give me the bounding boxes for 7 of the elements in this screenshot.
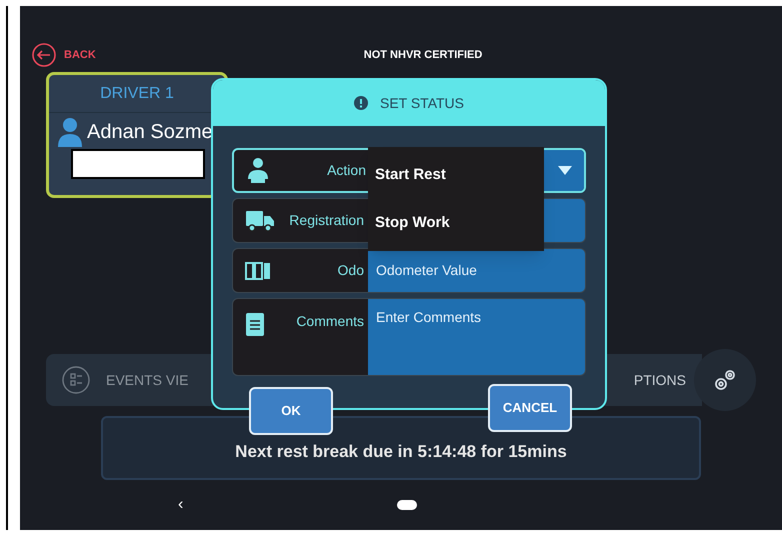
field-label: Registration	[289, 211, 364, 230]
dialog-title: SET STATUS	[380, 94, 464, 112]
driver-label: DRIVER 1	[100, 84, 174, 104]
field-label: Action	[327, 161, 366, 180]
rest-break-message: Next rest break due in 5:14:48 for 15mins	[235, 440, 567, 462]
driver-name: Adnan Sozme	[87, 120, 213, 145]
certification-status: NOT NHVR CERTIFIED	[364, 48, 482, 63]
